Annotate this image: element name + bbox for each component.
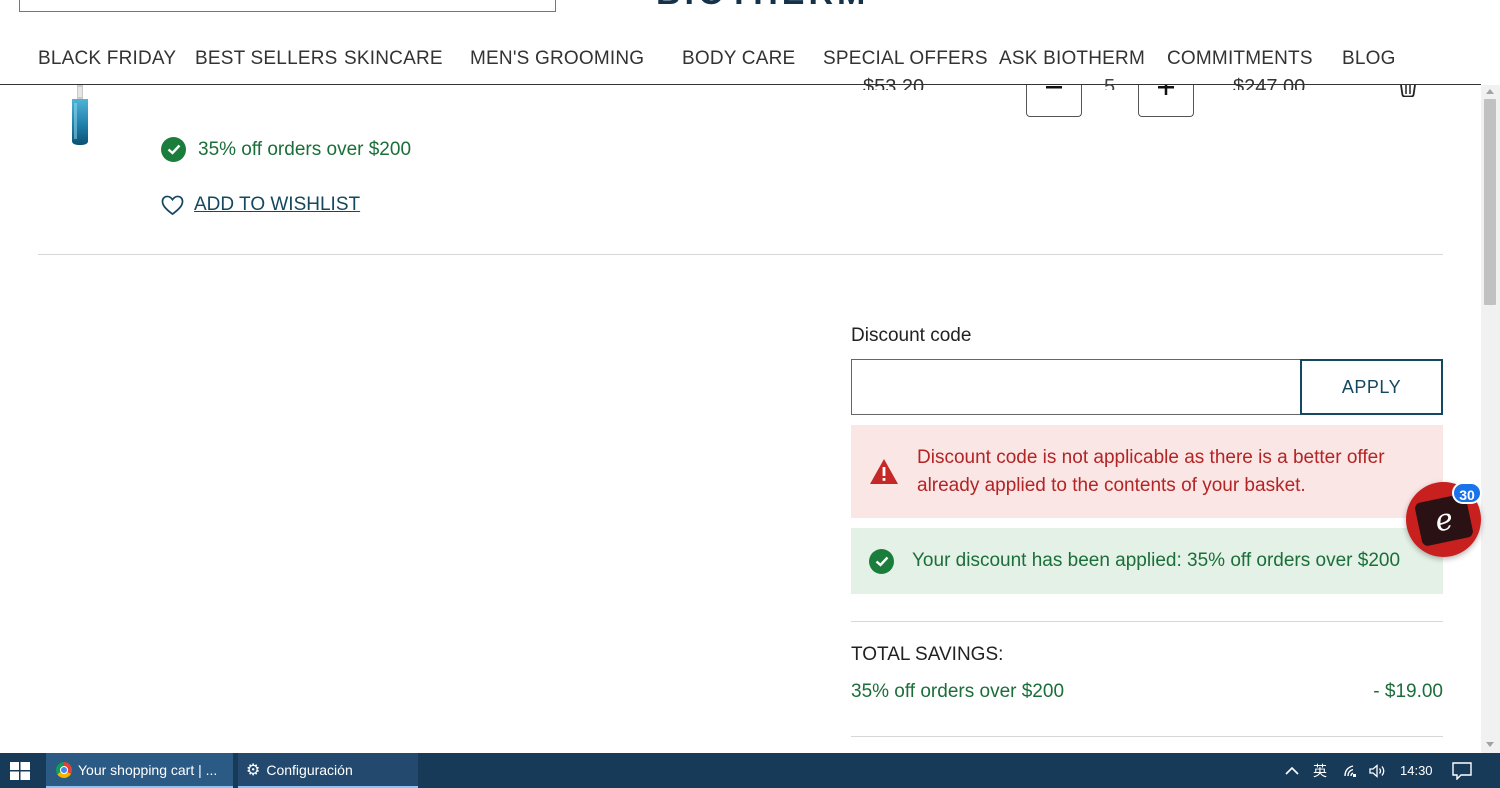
clock[interactable]: 14:30: [1400, 753, 1433, 788]
check-circle-icon: [869, 548, 894, 574]
applied-offer: 35% off orders over $200: [161, 137, 411, 162]
line-total: $247.00: [1233, 76, 1306, 90]
divider: [851, 736, 1443, 737]
scroll-down-arrow-icon[interactable]: [1486, 742, 1494, 747]
nav-body-care[interactable]: BODY CARE: [682, 48, 795, 70]
wifi-icon[interactable]: [1343, 753, 1359, 788]
taskbar-chrome-title: Your shopping cart | ...: [78, 761, 218, 778]
windows-start-icon[interactable]: [10, 762, 30, 780]
check-circle-icon: [161, 137, 186, 162]
product-image[interactable]: [66, 85, 94, 147]
plus-icon: [1158, 85, 1174, 95]
discount-code-input[interactable]: [851, 359, 1301, 415]
offer-text: 35% off orders over $200: [198, 138, 412, 160]
nav-black-friday[interactable]: BLACK FRIDAY: [38, 48, 176, 70]
savings-amount: - $19.00: [1373, 681, 1443, 702]
unit-price: $53.20: [863, 76, 925, 90]
trash-icon[interactable]: [1398, 85, 1418, 97]
total-savings-title: TOTAL SAVINGS:: [851, 644, 1004, 665]
wishlist-label[interactable]: ADD TO WISHLIST: [194, 194, 360, 216]
nav-ask-biotherm[interactable]: ASK BIOTHERM: [999, 48, 1145, 70]
chrome-icon: [56, 761, 72, 778]
taskbar-chrome-window[interactable]: Your shopping cart | ...: [46, 753, 233, 788]
page-scrollbar[interactable]: [1481, 85, 1500, 753]
warning-icon: [870, 459, 898, 484]
taskbar-settings-title: Configuración: [266, 761, 353, 778]
windows-taskbar: Your shopping cart | ... ⚙ Configuración…: [0, 753, 1500, 788]
discount-success-text: Your discount has been applied: 35% off …: [912, 550, 1401, 571]
nav-best-sellers[interactable]: BEST SELLERS: [195, 48, 338, 70]
search-input[interactable]: [19, 0, 556, 12]
divider: [851, 621, 1443, 622]
minus-icon: [1046, 86, 1062, 89]
nav-blog[interactable]: BLOG: [1342, 48, 1396, 70]
discount-success-alert: Your discount has been applied: 35% off …: [851, 528, 1443, 594]
scroll-thumb[interactable]: [1484, 99, 1496, 305]
heart-icon: [161, 195, 184, 215]
discount-code-label: Discount code: [851, 325, 972, 346]
divider: [38, 254, 1443, 255]
apply-discount-button[interactable]: APPLY: [1300, 359, 1443, 415]
scroll-up-arrow-icon[interactable]: [1486, 89, 1494, 94]
nav-special-offers[interactable]: SPECIAL OFFERS: [823, 48, 988, 70]
tray-overflow-chevron-icon[interactable]: [1285, 753, 1299, 788]
volume-icon[interactable]: [1369, 753, 1387, 788]
ime-indicator[interactable]: 英: [1313, 753, 1327, 788]
gear-icon: ⚙: [246, 761, 261, 779]
decrease-quantity-button[interactable]: [1026, 85, 1082, 117]
nav-skincare[interactable]: SKINCARE: [344, 48, 443, 70]
clock-time: 14:30: [1400, 763, 1433, 778]
nav-mens-grooming[interactable]: MEN'S GROOMING: [470, 48, 644, 70]
discount-error-text: Discount code is not applicable as there…: [917, 446, 1385, 496]
chat-notification-badge: 30: [1452, 482, 1482, 504]
brand-logo[interactable]: BIOTHERM: [656, 0, 869, 10]
increase-quantity-button[interactable]: [1138, 85, 1194, 117]
savings-offer-name: 35% off orders over $200: [851, 681, 1065, 702]
nav-commitments[interactable]: COMMITMENTS: [1167, 48, 1313, 70]
discount-error-alert: Discount code is not applicable as there…: [851, 425, 1443, 518]
add-to-wishlist-link[interactable]: ADD TO WISHLIST: [161, 194, 360, 216]
notifications-icon[interactable]: [1452, 753, 1472, 788]
quantity-value[interactable]: 5: [1104, 76, 1115, 90]
taskbar-settings-window[interactable]: ⚙ Configuración: [238, 753, 418, 788]
